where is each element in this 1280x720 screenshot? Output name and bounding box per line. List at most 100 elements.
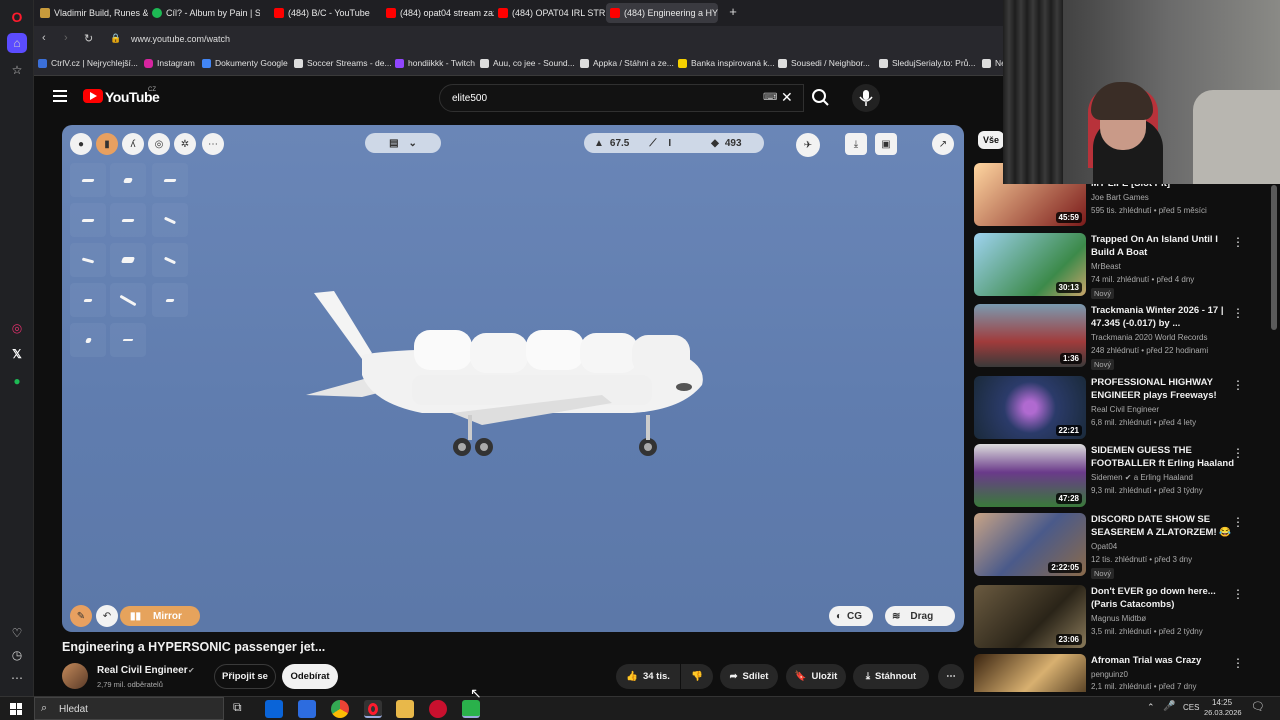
- channel-name[interactable]: penguinz0: [1091, 670, 1128, 679]
- channel-name[interactable]: Opat04: [1091, 542, 1117, 551]
- list-item[interactable]: 30:13 Trapped On An Island Until I Build…: [974, 233, 1270, 299]
- search-button[interactable]: [806, 84, 836, 112]
- clear-search-icon[interactable]: ✕: [781, 89, 793, 106]
- bookmark-item[interactable]: CtrlV.cz | Nejrychlejší...: [38, 58, 138, 68]
- save-button[interactable]: 🔖 Uložit: [786, 664, 846, 689]
- heart-icon[interactable]: ♡: [7, 623, 27, 643]
- channel-avatar[interactable]: [62, 663, 88, 689]
- instagram-icon[interactable]: ◎: [7, 318, 27, 338]
- reload-icon[interactable]: ↻: [84, 32, 93, 45]
- channel-name[interactable]: Real Civil Engineer: [97, 665, 188, 676]
- video-title-link[interactable]: Don't EVER go down here... (Paris Cataco…: [1091, 585, 1241, 611]
- bookmark-item[interactable]: Appka / Stáhni a ze...: [580, 58, 674, 68]
- tab[interactable]: Cíl? - Album by Pain | Spo: [148, 3, 260, 23]
- back-icon[interactable]: ‹: [42, 32, 46, 44]
- subscribe-button[interactable]: Odebírat: [282, 664, 338, 689]
- taskbar-search[interactable]: ⌕ Hledat: [34, 697, 224, 720]
- history-icon[interactable]: ◷: [7, 645, 27, 665]
- bookmark-item[interactable]: Dokumenty Google: [202, 58, 288, 68]
- video-thumbnail[interactable]: 23:06: [974, 585, 1086, 648]
- more-vert-icon[interactable]: ⋮: [1232, 446, 1244, 460]
- list-item[interactable]: 47:28 SIDEMEN GUESS THE FOOTBALLER ft Er…: [974, 444, 1270, 508]
- tab-active[interactable]: (484) Engineering a HYPE: [606, 3, 718, 23]
- video-player[interactable]: ● ▮ ʎ ◎ ✲ ⋯ ▤⌄ ▲67.5 ⟋I ◆493 ✈ ⤓ ▣ ↗: [62, 125, 964, 632]
- more-icon[interactable]: ⋯: [7, 668, 27, 688]
- file-explorer-icon[interactable]: [396, 700, 414, 718]
- clock-date[interactable]: 26.03.2026: [1204, 708, 1242, 717]
- channel-name[interactable]: Trackmania 2020 World Records: [1091, 333, 1208, 342]
- bookmark-item[interactable]: Sousedi / Neighbor...: [778, 58, 870, 68]
- video-title-link[interactable]: DISCORD DATE SHOW SE SEASEREM A ZLATORZE…: [1091, 513, 1241, 539]
- opera-taskbar-icon[interactable]: [364, 700, 382, 718]
- notifications-icon[interactable]: 🗨: [1251, 700, 1265, 713]
- more-vert-icon[interactable]: ⋮: [1232, 587, 1244, 601]
- windows-start-icon[interactable]: [10, 703, 22, 715]
- channel-name[interactable]: Magnus Midtbø: [1091, 614, 1146, 623]
- video-title-link[interactable]: Afroman Trial was Crazy: [1091, 654, 1241, 667]
- url-field[interactable]: www.youtube.com/watch: [131, 34, 230, 44]
- share-button[interactable]: ➦ Sdílet: [720, 664, 778, 689]
- language-indicator[interactable]: CES: [1183, 703, 1199, 712]
- bookmark-item[interactable]: hondiikkk - Twitch: [395, 58, 475, 68]
- calendar-icon[interactable]: [298, 700, 316, 718]
- join-button[interactable]: Připojit se: [214, 664, 276, 689]
- app-green-icon[interactable]: [462, 700, 480, 718]
- more-actions-button[interactable]: ⋯: [938, 664, 964, 689]
- tab[interactable]: (484) opat04 stream zazn: [382, 3, 494, 23]
- search-input[interactable]: elite500: [452, 93, 487, 104]
- video-thumbnail[interactable]: 1:36: [974, 304, 1086, 367]
- more-vert-icon[interactable]: ⋮: [1232, 306, 1244, 320]
- page-scrollbar[interactable]: [1271, 185, 1277, 330]
- microphone-tray-icon[interactable]: 🎤: [1163, 701, 1175, 712]
- more-vert-icon[interactable]: ⋮: [1232, 235, 1244, 249]
- opera-logo-icon[interactable]: O: [7, 7, 27, 27]
- home-icon[interactable]: ⌂: [7, 33, 27, 53]
- keyboard-icon[interactable]: ⌨: [763, 92, 777, 103]
- tray-chevron-icon[interactable]: ⌃: [1147, 702, 1155, 713]
- bookmark-item[interactable]: Banka inspirovaná k...: [678, 58, 775, 68]
- pinboard-icon[interactable]: ☆: [7, 60, 27, 80]
- spotify-icon[interactable]: ●: [7, 371, 27, 391]
- video-thumbnail[interactable]: 22:21: [974, 376, 1086, 439]
- list-item[interactable]: 1:36 Trackmania Winter 2026 - 17 | 47.34…: [974, 304, 1270, 370]
- app-red-icon[interactable]: [429, 700, 447, 718]
- download-button[interactable]: ⤓ Stáhnout: [853, 664, 929, 689]
- video-thumbnail[interactable]: 2:22:05: [974, 513, 1086, 576]
- filter-chip-all[interactable]: Vše: [978, 131, 1004, 149]
- bookmark-item[interactable]: SledujSerialy.to: Prů...: [879, 58, 975, 68]
- tab[interactable]: Vladimir Build, Runes & C: [36, 3, 148, 23]
- bookmark-item[interactable]: Auu, co jee - Sound...: [480, 58, 575, 68]
- more-vert-icon[interactable]: ⋮: [1232, 515, 1244, 529]
- channel-name[interactable]: MrBeast: [1091, 262, 1121, 271]
- tab[interactable]: (484) OPAT04 IRL STREAM: [494, 3, 606, 23]
- youtube-logo-icon[interactable]: [83, 89, 103, 103]
- new-tab-button[interactable]: +: [726, 5, 740, 19]
- list-item[interactable]: 23:06 Don't EVER go down here... (Paris …: [974, 585, 1270, 649]
- list-item[interactable]: Afroman Trial was Crazy penguinz0 2,1 mi…: [974, 654, 1270, 692]
- channel-name[interactable]: Sidemen ✔ a Erling Haaland: [1091, 473, 1193, 482]
- list-item[interactable]: 2:22:05 DISCORD DATE SHOW SE SEASEREM A …: [974, 513, 1270, 579]
- like-button[interactable]: 👍 34 tis.: [616, 664, 680, 689]
- task-view-icon[interactable]: ⧉: [233, 700, 242, 715]
- chrome-icon[interactable]: [331, 700, 349, 718]
- menu-icon[interactable]: [53, 90, 67, 102]
- bookmark-item[interactable]: Instagram: [144, 58, 195, 68]
- video-title-link[interactable]: SIDEMEN GUESS THE FOOTBALLER ft Erling H…: [1091, 444, 1241, 470]
- channel-name[interactable]: Real Civil Engineer: [1091, 405, 1159, 414]
- bookmark-item[interactable]: Soccer Streams - de...: [294, 58, 392, 68]
- video-title-link[interactable]: PROFESSIONAL HIGHWAY ENGINEER plays Free…: [1091, 376, 1241, 402]
- more-vert-icon[interactable]: ⋮: [1232, 378, 1244, 392]
- video-thumbnail[interactable]: 30:13: [974, 233, 1086, 296]
- channel-name[interactable]: Joe Bart Games: [1091, 193, 1149, 202]
- search-box[interactable]: elite500 ⌨ ✕: [439, 84, 804, 112]
- tab[interactable]: (484) B/C - YouTube: [270, 3, 382, 23]
- voice-search-button[interactable]: [852, 84, 880, 112]
- clock-time[interactable]: 14:25: [1212, 698, 1232, 707]
- list-item[interactable]: 22:21 PROFESSIONAL HIGHWAY ENGINEER play…: [974, 376, 1270, 440]
- x-twitter-icon[interactable]: 𝕏: [7, 344, 27, 364]
- more-vert-icon[interactable]: ⋮: [1232, 656, 1244, 670]
- forward-icon[interactable]: ›: [64, 32, 68, 44]
- video-thumbnail[interactable]: 47:28: [974, 444, 1086, 507]
- video-title-link[interactable]: Trackmania Winter 2026 - 17 | 47.345 (-0…: [1091, 304, 1241, 330]
- outlook-icon[interactable]: [265, 700, 283, 718]
